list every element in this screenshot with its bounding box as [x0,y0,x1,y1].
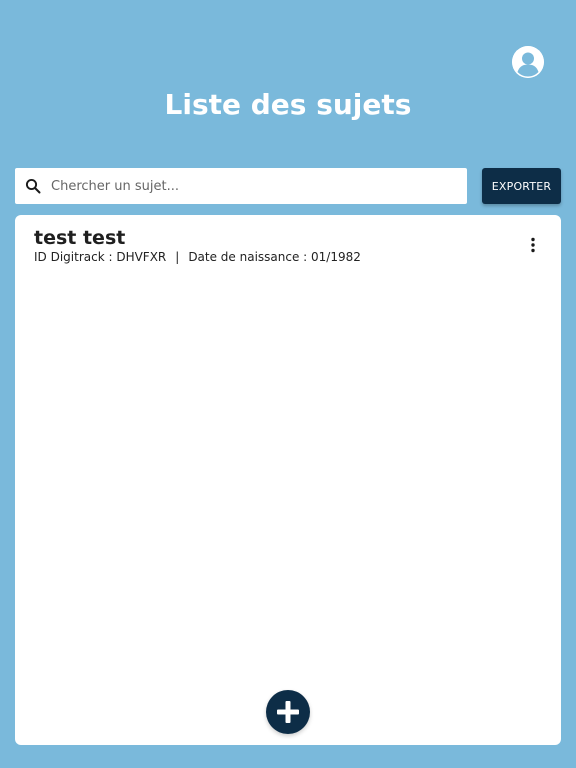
search-input[interactable] [51,169,451,203]
page-title: Liste des sujets [164,88,412,121]
profile-button[interactable] [512,46,544,78]
account-circle-icon [512,46,544,78]
subject-list: test test ID Digitrack : DHVFXR | Date de … [15,215,561,745]
more-options-button[interactable] [523,235,543,255]
search-box[interactable] [15,168,467,204]
subject-birthdate: Date de naissance : 01/1982 [188,250,361,264]
export-button[interactable]: EXPORTER [482,168,561,204]
add-subject-button[interactable] [266,690,310,734]
search-icon [25,178,41,194]
subject-meta: ID Digitrack : DHVFXR | Date de naissance … [34,249,361,265]
more-vertical-icon [531,237,535,253]
subject-name: test test [34,227,126,249]
meta-separator: | [175,250,180,264]
list-item[interactable]: test test ID Digitrack : DHVFXR | Date de … [15,215,561,271]
plus-icon [277,701,299,723]
subject-id: ID Digitrack : DHVFXR [34,250,167,264]
